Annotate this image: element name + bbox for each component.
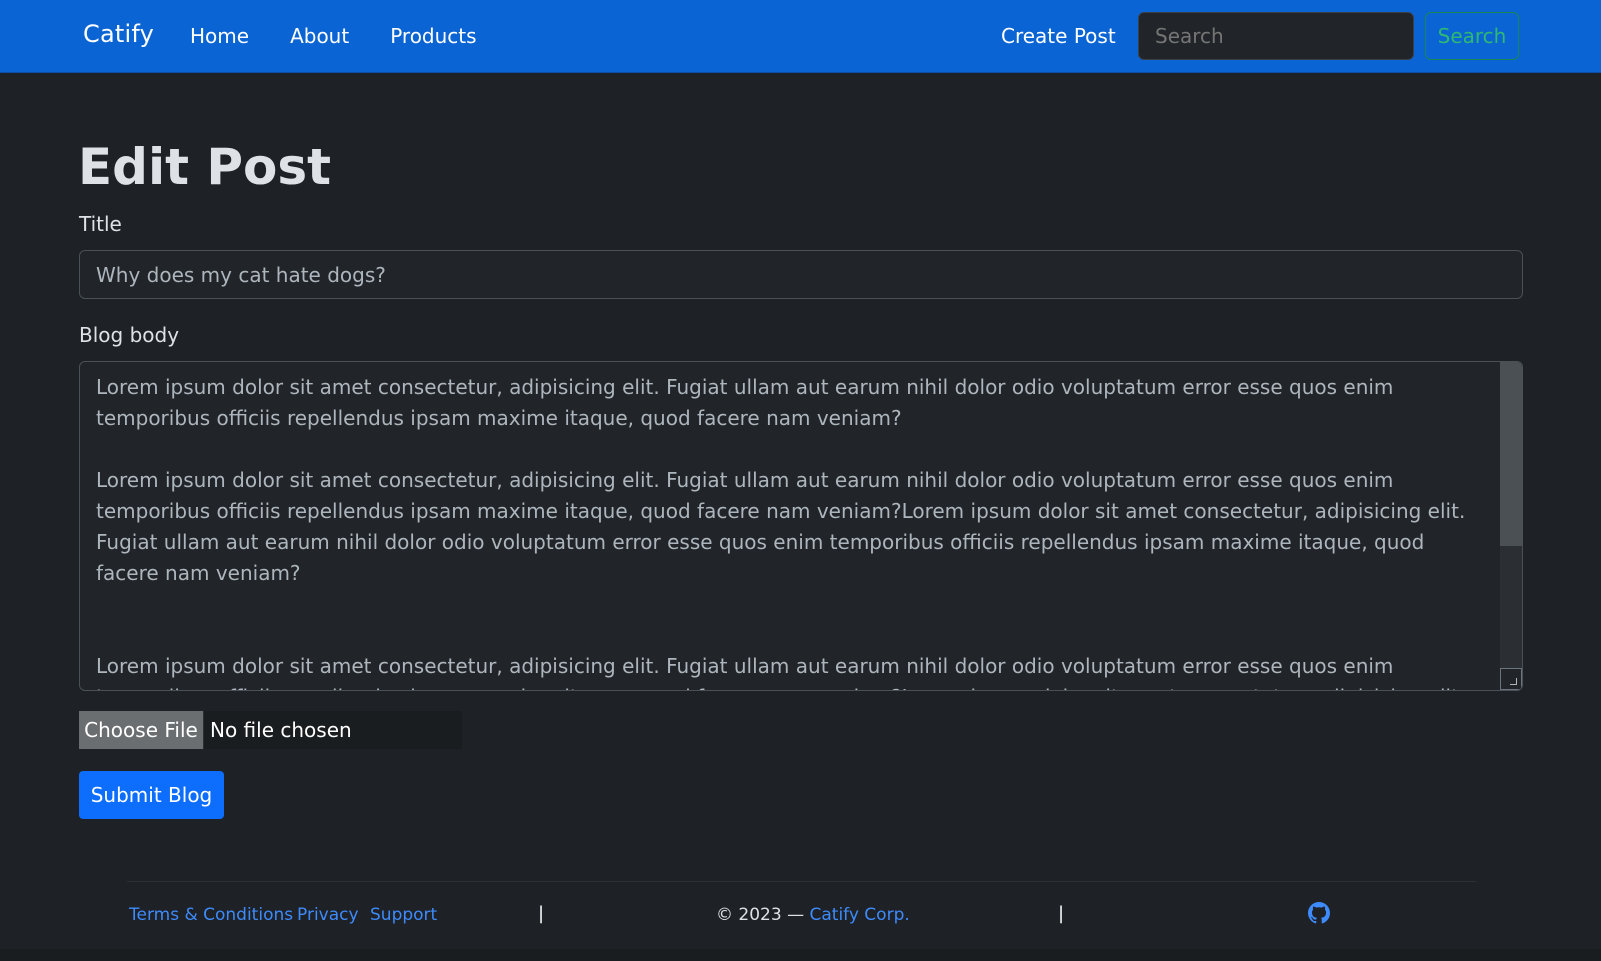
- title-input[interactable]: [79, 250, 1523, 299]
- scrollbar-thumb[interactable]: [1500, 362, 1522, 546]
- nav-link-products[interactable]: Products: [390, 24, 476, 48]
- github-icon[interactable]: [1308, 902, 1330, 924]
- file-status: No file chosen: [210, 718, 352, 742]
- blog-body-textarea[interactable]: Lorem ipsum dolor sit amet consectetur, …: [79, 361, 1523, 691]
- footer-divider: [127, 881, 1476, 882]
- footer-link-terms[interactable]: Terms & Conditions: [129, 905, 293, 925]
- nav-link-home[interactable]: Home: [190, 24, 249, 48]
- blog-body-content: Lorem ipsum dolor sit amet consectetur, …: [96, 372, 1486, 690]
- choose-file-button[interactable]: Choose File: [79, 711, 204, 749]
- search-input[interactable]: [1138, 12, 1414, 60]
- body-paragraph: Lorem ipsum dolor sit amet consectetur, …: [96, 654, 1465, 690]
- blog-body-label: Blog body: [79, 323, 180, 347]
- footer-link-privacy[interactable]: Privacy: [297, 905, 359, 925]
- submit-blog-button[interactable]: Submit Blog: [79, 771, 224, 819]
- nav-link-about[interactable]: About: [290, 24, 349, 48]
- resize-handle-icon[interactable]: [1500, 668, 1522, 690]
- create-post-link[interactable]: Create Post: [1001, 24, 1116, 48]
- copyright-text: © 2023 —: [716, 905, 810, 925]
- footer-separator: |: [538, 903, 545, 924]
- file-input[interactable]: Choose File No file chosen: [79, 711, 462, 749]
- textarea-scrollbar[interactable]: [1500, 362, 1522, 690]
- footer-separator: |: [1058, 903, 1065, 924]
- footer-link-support[interactable]: Support: [370, 905, 437, 925]
- navbar: Catify Home About Products Create Post S…: [0, 0, 1601, 73]
- nav-links: Home About Products: [190, 24, 518, 48]
- page-title: Edit Post: [78, 138, 332, 196]
- brand-logo[interactable]: Catify: [83, 20, 154, 48]
- title-label: Title: [79, 212, 122, 236]
- body-paragraph: Lorem ipsum dolor sit amet consectetur, …: [96, 468, 1466, 585]
- body-paragraph: Lorem ipsum dolor sit amet consectetur, …: [96, 375, 1394, 430]
- search-button[interactable]: Search: [1425, 12, 1519, 60]
- copyright-corp-link[interactable]: Catify Corp.: [809, 905, 909, 925]
- footer-copyright: © 2023 — Catify Corp.: [716, 905, 910, 925]
- footer-bottom-bar: [0, 949, 1601, 961]
